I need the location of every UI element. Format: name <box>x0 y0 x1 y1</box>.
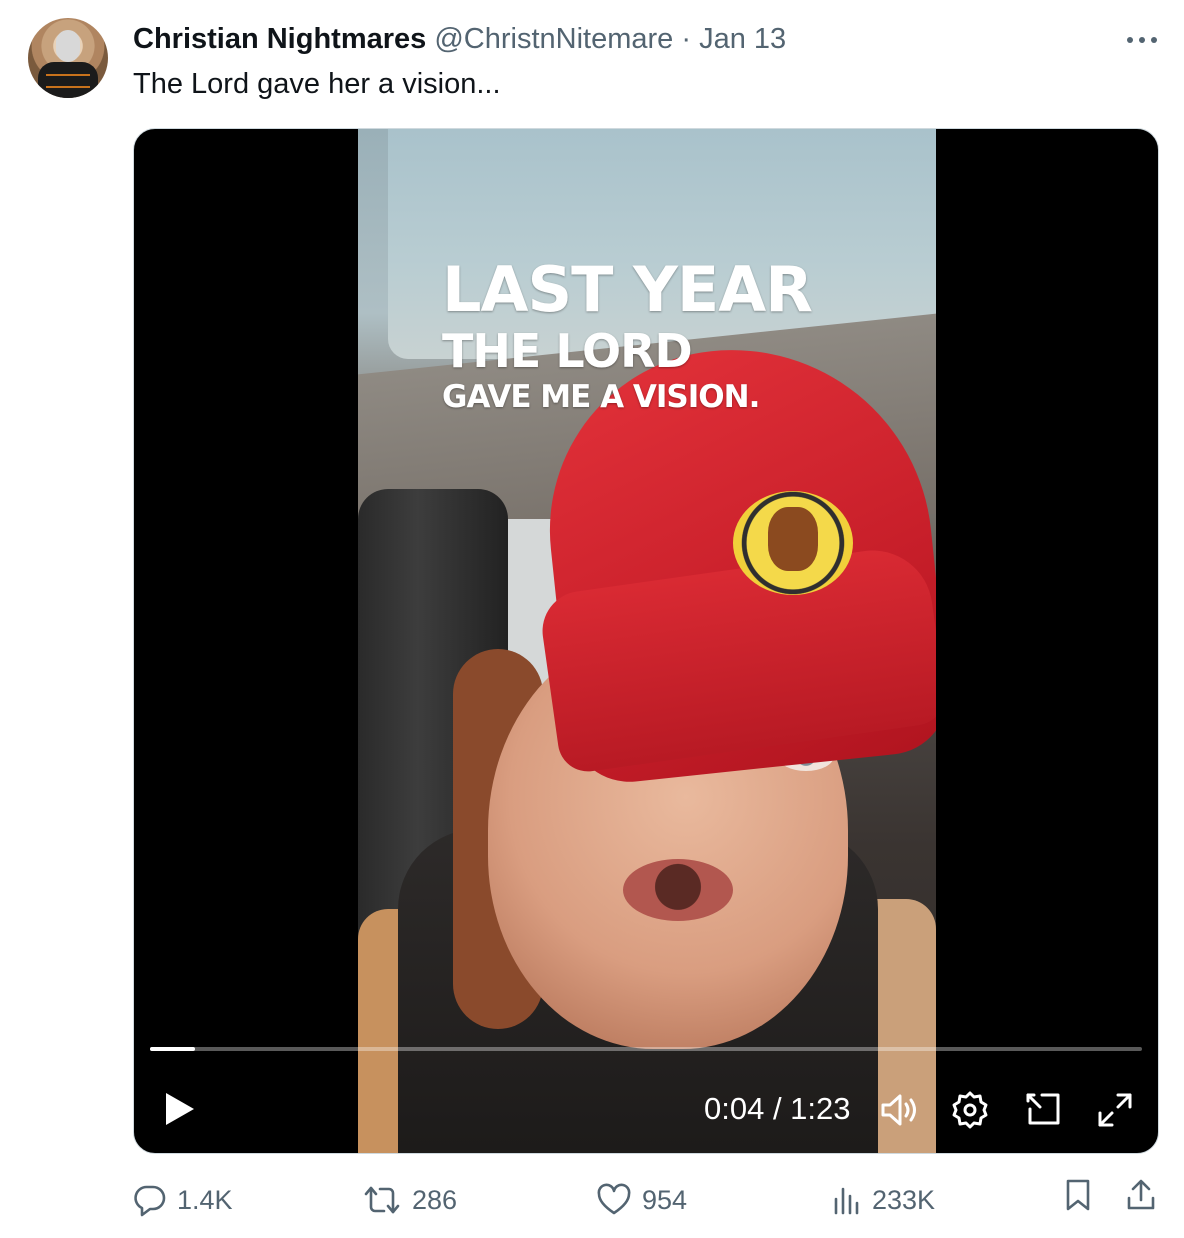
reply-count: 1.4K <box>177 1185 233 1215</box>
caption-line-2: THE LORD <box>442 324 693 378</box>
author-name[interactable]: Christian Nightmares <box>133 23 426 55</box>
bookmark-icon <box>1066 1179 1090 1211</box>
like-button[interactable]: 954 <box>596 1178 687 1222</box>
like-icon <box>597 1183 631 1215</box>
views-button[interactable]: 233K <box>832 1178 935 1222</box>
more-icon[interactable] <box>1122 24 1162 54</box>
avatar-shirt-logo <box>46 74 90 88</box>
tweet-text: The Lord gave her a vision... <box>133 68 501 100</box>
views-count: 233K <box>872 1185 936 1215</box>
video-time: 0:04 / 1:23 <box>704 1091 851 1126</box>
video-scene-mouth <box>623 859 733 921</box>
share-button[interactable] <box>1124 1178 1168 1212</box>
tweet-date[interactable]: Jan 13 <box>699 23 786 55</box>
repost-icon <box>364 1186 400 1214</box>
video-player[interactable]: LAST YEAR THE LORD GAVE ME A VISION. 0:0… <box>133 128 1159 1154</box>
views-icon <box>834 1187 859 1215</box>
video-progress-bar[interactable] <box>150 1047 1142 1051</box>
bookmark-button[interactable] <box>1062 1178 1104 1212</box>
fullscreen-icon[interactable] <box>1094 1089 1136 1131</box>
video-progress-fill <box>150 1047 195 1051</box>
play-icon[interactable] <box>160 1089 200 1129</box>
author-handle[interactable]: @ChristnNitemare <box>434 23 673 55</box>
reply-button[interactable]: 1.4K <box>133 1178 233 1222</box>
volume-icon[interactable] <box>878 1089 920 1131</box>
caption-line-3: GAVE ME A VISION. <box>442 379 760 415</box>
video-scene-patch-mascot <box>768 507 818 571</box>
caption-line-1: LAST YEAR <box>442 253 813 326</box>
avatar[interactable] <box>28 18 108 98</box>
like-count: 954 <box>642 1185 688 1215</box>
avatar-face <box>56 30 80 62</box>
video-frame: LAST YEAR THE LORD GAVE ME A VISION. <box>358 129 936 1153</box>
share-icon <box>1127 1179 1155 1210</box>
tweet-header: Christian Nightmares @ChristnNitemare · … <box>133 20 786 58</box>
repost-count: 286 <box>412 1185 458 1215</box>
video-caption-overlay: LAST YEAR THE LORD GAVE ME A VISION. <box>442 253 813 417</box>
header-separator: · <box>681 23 692 55</box>
repost-button[interactable]: 286 <box>362 1178 457 1222</box>
settings-icon[interactable] <box>949 1089 991 1131</box>
reply-icon <box>134 1185 166 1217</box>
dock-icon[interactable] <box>1022 1089 1064 1131</box>
